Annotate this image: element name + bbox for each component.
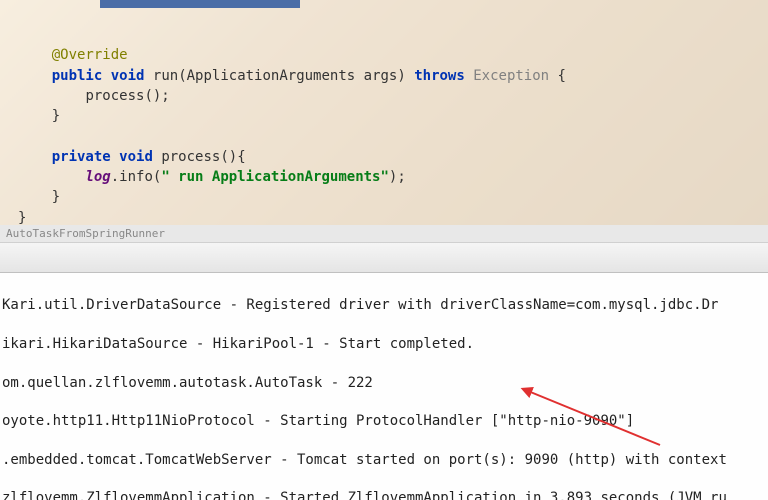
- exception-class: Exception: [473, 68, 549, 84]
- console-toolbar[interactable]: [0, 243, 768, 273]
- log-line: Kari.util.DriverDataSource - Registered …: [0, 296, 768, 315]
- code-editor[interactable]: @Override public void run(ApplicationArg…: [0, 0, 768, 225]
- log-line: om.quellan.zlflovemm.autotask.AutoTask -…: [0, 374, 768, 393]
- arg-type: ApplicationArguments: [187, 68, 356, 84]
- keyword-void: void: [111, 68, 145, 84]
- keyword-public: public: [52, 68, 103, 84]
- field-log: log: [85, 169, 110, 185]
- keyword-throws: throws: [414, 68, 465, 84]
- call-process: process: [85, 88, 144, 104]
- arg-name: args: [364, 68, 398, 84]
- log-line: zlflovemm.ZlflovemmApplication - Started…: [0, 489, 768, 500]
- console-output[interactable]: Kari.util.DriverDataSource - Registered …: [0, 273, 768, 500]
- code-block: @Override public void run(ApplicationArg…: [18, 25, 750, 225]
- keyword-private: private: [52, 149, 111, 165]
- editor-tab-bar[interactable]: [100, 0, 300, 8]
- method-name-process: process: [161, 149, 220, 165]
- string-literal: " run ApplicationArguments": [161, 169, 389, 185]
- annotation-override: @Override: [52, 47, 128, 63]
- breadcrumb-class[interactable]: AutoTaskFromSpringRunner: [6, 227, 165, 240]
- log-line: ikari.HikariDataSource - HikariPool-1 - …: [0, 335, 768, 354]
- call-info: .info: [111, 169, 153, 185]
- keyword-void-2: void: [119, 149, 153, 165]
- log-line: oyote.http11.Http11NioProtocol - Startin…: [0, 412, 768, 431]
- method-name-run: run: [153, 68, 178, 84]
- log-line: .embedded.tomcat.TomcatWebServer - Tomca…: [0, 451, 768, 470]
- breadcrumb-bar[interactable]: AutoTaskFromSpringRunner: [0, 225, 768, 243]
